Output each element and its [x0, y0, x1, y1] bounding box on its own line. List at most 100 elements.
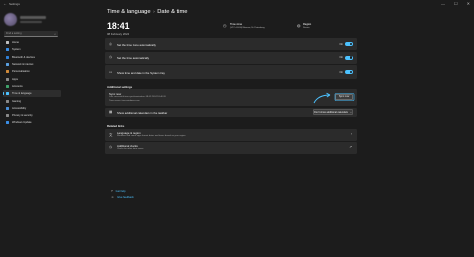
help-icon: ?: [111, 189, 113, 193]
toggle-state-label: On: [339, 70, 343, 74]
calendars-label: Show additional calendars in the taskbar: [117, 110, 168, 115]
sidebar-item-icon: [6, 41, 9, 45]
calendar-icon: ▦: [109, 110, 113, 114]
sidebar-item-apps[interactable]: Apps: [3, 75, 61, 82]
sync-server: Time server: time.windows.com: [109, 99, 140, 102]
sidebar-item-time-language[interactable]: Time & language: [3, 90, 61, 98]
window-controls: — ☐ ✕: [441, 1, 470, 6]
auto-time-label: Set the time automatically: [117, 56, 150, 60]
tray-time-toggle-wrap: On: [340, 70, 353, 74]
feedback-icon: ☺: [111, 195, 115, 199]
page-title: Date & time: [157, 9, 188, 15]
sidebar-item-icon: [6, 121, 9, 125]
sidebar-item-privacy-security[interactable]: Privacy & security: [3, 112, 61, 119]
search-input[interactable]: Find a setting ⌕: [4, 31, 58, 37]
sidebar-item-icon: [6, 77, 9, 81]
language-region-link[interactable]: 文 Language & region Windows and some app…: [105, 128, 357, 141]
minimize-button[interactable]: —: [441, 1, 445, 6]
sidebar-item-bluetooth-devices[interactable]: Bluetooth & devices: [3, 54, 61, 61]
sidebar-item-icon: [6, 63, 9, 67]
user-email-blurred: [20, 21, 42, 23]
related-link-subtitle: Windows and some apps format dates and t…: [117, 135, 186, 138]
sidebar-item-network-internet[interactable]: Network & internet: [3, 61, 61, 68]
sidebar-item-windows-update[interactable]: Windows Update: [3, 119, 61, 126]
sidebar-item-gaming[interactable]: Gaming: [3, 97, 61, 104]
user-profile[interactable]: [4, 12, 48, 28]
toggle-state-label: On: [339, 56, 343, 59]
sidebar-item-icon: [6, 99, 9, 103]
additional-clocks-link[interactable]: ◷ Additional clocks Clocks for other tim…: [105, 141, 357, 154]
timezone-value: (UTC+03:00) Moscow, St. Petersburg: [230, 26, 265, 29]
sidebar-item-icon: [6, 70, 9, 74]
get-help-label: Get help: [115, 189, 126, 193]
avatar: [4, 13, 17, 26]
related-link-subtitle: Clocks for other time zones: [117, 148, 144, 151]
language-icon: 文: [109, 133, 113, 137]
sidebar-item-icon: [6, 55, 9, 59]
back-arrow-icon[interactable]: ←: [3, 1, 7, 6]
sidebar-item-accessibility[interactable]: Accessibility: [3, 105, 61, 112]
breadcrumb: Time & language › Date & time: [107, 9, 188, 15]
give-feedback-label: Give feedback: [117, 195, 134, 199]
sidebar-item-label: Apps: [12, 77, 18, 81]
sync-card: Sync now Last successful time synchronis…: [105, 89, 357, 106]
current-date: 08 February 2024: [107, 31, 130, 36]
globe-icon: ◍: [297, 22, 301, 28]
sidebar-item-icon: [6, 84, 9, 88]
clock-icon: ◷: [109, 145, 112, 149]
additional-settings-heading: Additional settings: [107, 84, 133, 89]
sidebar-item-icon: [6, 114, 9, 118]
external-link-icon: ↗: [349, 145, 352, 150]
sidebar-item-label: Network & internet: [12, 63, 34, 67]
sidebar-item-label: Accounts: [12, 84, 23, 88]
auto-timezone-toggle-wrap: On: [340, 42, 353, 46]
sync-now-button[interactable]: Sync now: [335, 93, 353, 100]
sidebar-item-accounts[interactable]: Accounts: [3, 83, 61, 90]
sidebar-item-system[interactable]: System: [3, 46, 61, 53]
sidebar-item-home[interactable]: Home: [3, 39, 61, 46]
sidebar-item-label: Time & language: [12, 92, 32, 96]
maximize-button[interactable]: ☐: [454, 1, 458, 6]
sidebar-nav: Home System Bluetooth & devices Network & i…: [3, 39, 61, 127]
related-links-heading: Related links: [107, 123, 125, 128]
tray-time-label: Show time and date in the System tray: [117, 70, 165, 75]
breadcrumb-section[interactable]: Time & language: [107, 9, 151, 15]
sidebar-item-label: Windows Update: [12, 121, 32, 125]
auto-timezone-toggle[interactable]: [345, 42, 353, 46]
auto-time-toggle[interactable]: [345, 55, 353, 60]
sync-title: Sync now: [109, 91, 122, 96]
sidebar-item-icon: [6, 92, 9, 96]
breadcrumb-separator: ›: [153, 10, 155, 15]
taskbar-icon: ▭: [109, 69, 113, 74]
close-button[interactable]: ✕: [467, 1, 470, 6]
globe-clock-icon: ◷: [223, 22, 227, 28]
footer-links: ? Get help ☺ Give feedback: [111, 188, 134, 200]
calendars-card: ▦ Show additional calendars in the taskb…: [105, 107, 357, 117]
search-icon: ⌕: [54, 31, 56, 36]
title-bar: ← Settings — ☐ ✕: [0, 0, 474, 8]
search-placeholder: Find a setting: [6, 32, 22, 36]
sidebar-item-icon: [6, 48, 9, 52]
toggle-state-label: On: [339, 42, 343, 46]
give-feedback-link[interactable]: ☺ Give feedback: [111, 194, 134, 200]
sidebar-item-label: Home: [12, 41, 19, 45]
user-name-blurred: [20, 16, 46, 19]
sidebar: Find a setting ⌕ Home System Bluetooth & d…: [0, 9, 62, 257]
clock-icon: ◷: [109, 55, 112, 59]
sidebar-item-label: Accessibility: [12, 106, 27, 110]
sidebar-item-label: Bluetooth & devices: [12, 55, 35, 59]
chevron-right-icon: ›: [350, 132, 352, 137]
sidebar-item-label: Privacy & security: [12, 114, 33, 118]
sync-last-time: Last successful time synchronisation: 08…: [109, 96, 166, 98]
sidebar-item-icon: [6, 106, 9, 110]
sidebar-item-label: Gaming: [12, 99, 22, 103]
sidebar-item-label: System: [12, 48, 21, 52]
auto-timezone-card: ◎ Set the time zone automatically On: [105, 38, 357, 50]
calendars-dropdown[interactable]: Don't show additional calendars ⌄: [313, 109, 353, 116]
tray-time-toggle[interactable]: [345, 70, 353, 74]
region-value: Russia: [303, 26, 310, 29]
chevron-down-icon: ⌄: [349, 110, 352, 114]
calendars-dropdown-value: Don't show additional calendars: [314, 110, 348, 114]
sidebar-item-personalisation[interactable]: Personalisation: [3, 68, 61, 75]
app-title: Settings: [9, 1, 20, 6]
